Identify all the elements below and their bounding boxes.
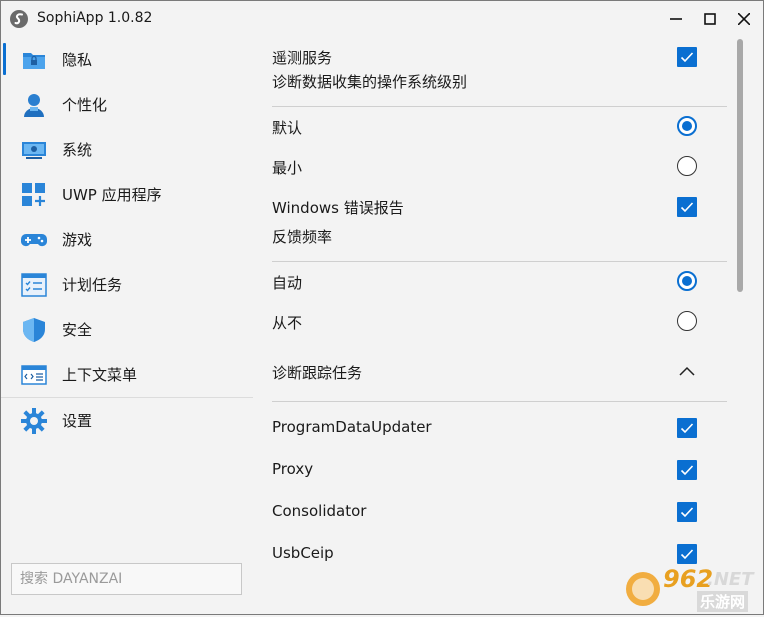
sidebar-item-scheduled-tasks[interactable]: 计划任务	[1, 262, 253, 306]
task-label: Proxy	[272, 460, 314, 478]
sidebar-item-security[interactable]: 安全	[1, 307, 253, 351]
sidebar-item-system[interactable]: 系统	[1, 127, 253, 171]
sidebar-item-uwp-apps[interactable]: UWP 应用程序	[1, 172, 253, 216]
maximize-icon	[704, 13, 716, 25]
sidebar-item-label: 游戏	[62, 231, 93, 249]
telemetry-label: 遥测服务	[272, 49, 333, 67]
app-logo-icon	[10, 10, 28, 28]
gear-icon	[21, 408, 47, 434]
minimize-icon	[670, 18, 682, 20]
check-icon	[680, 202, 694, 213]
radio-label: 默认	[272, 119, 303, 137]
app-window: SophiApp 1.0.82 隐私 个性化 系统 UWP 应用程序 游戏 计划…	[0, 0, 764, 615]
window-title: SophiApp 1.0.82	[37, 10, 153, 26]
close-button[interactable]	[727, 1, 761, 37]
sidebar-item-label: 隐私	[62, 51, 93, 69]
task-row-proxy[interactable]: Proxy	[253, 450, 727, 490]
feedback-option-auto[interactable]: 自动	[253, 262, 727, 302]
task-label: UsbCeip	[272, 544, 334, 562]
sidebar-item-personalization[interactable]: 个性化	[1, 82, 253, 126]
feedback-option-never[interactable]: 从不	[253, 302, 727, 342]
radio-label: 从不	[272, 314, 303, 332]
watermark-suffix: .NET	[707, 569, 754, 590]
tracing-section-header[interactable]: 诊断跟踪任务	[253, 352, 727, 392]
check-icon	[680, 52, 694, 63]
task-label: ProgramDataUpdater	[272, 418, 432, 436]
search-input[interactable]	[12, 564, 241, 594]
personalization-user-icon	[24, 94, 44, 117]
diag-level-heading: 诊断数据收集的操作系统级别	[272, 73, 468, 91]
sidebar-item-label: 系统	[62, 141, 93, 159]
chevron-up-icon[interactable]	[677, 362, 697, 382]
telemetry-checkbox[interactable]	[677, 47, 697, 67]
task-label: Consolidator	[272, 502, 367, 520]
sidebar-item-label: 设置	[62, 412, 93, 430]
watermark-sub: 乐游网	[697, 591, 749, 612]
task-row-programdataupdater[interactable]: ProgramDataUpdater	[253, 408, 727, 448]
error-report-label: Windows 错误报告	[272, 199, 404, 217]
radio-label: 自动	[272, 274, 303, 292]
feedback-heading: 反馈频率	[272, 228, 333, 246]
sidebar-item-label: UWP 应用程序	[62, 186, 162, 204]
check-icon	[680, 423, 694, 434]
gamepad-icon	[21, 234, 47, 247]
uwp-apps-icon	[22, 183, 45, 206]
sidebar-item-settings[interactable]: 设置	[1, 398, 253, 442]
search-box[interactable]	[11, 563, 242, 595]
sidebar-item-label: 计划任务	[62, 276, 123, 294]
diag-option-default[interactable]: 默认	[253, 107, 727, 147]
close-icon	[738, 13, 750, 25]
sidebar-item-context-menu[interactable]: 上下文菜单	[1, 352, 253, 396]
sidebar: 隐私 个性化 系统 UWP 应用程序 游戏 计划任务 安全 上下文菜单 设置 搜…	[1, 37, 253, 614]
divider	[272, 401, 727, 402]
radio-auto[interactable]	[677, 271, 697, 291]
tracing-section-label: 诊断跟踪任务	[272, 364, 363, 382]
sidebar-item-gaming[interactable]: 游戏	[1, 217, 253, 261]
maximize-button[interactable]	[693, 1, 727, 37]
sidebar-item-label: 个性化	[62, 96, 108, 114]
radio-label: 最小	[272, 159, 303, 177]
radio-minimum[interactable]	[677, 156, 697, 176]
radio-never[interactable]	[677, 311, 697, 331]
shield-icon	[23, 318, 45, 342]
scrollbar-thumb[interactable]	[737, 39, 743, 292]
task-row-consolidator[interactable]: Consolidator	[253, 492, 727, 532]
error-report-checkbox[interactable]	[677, 197, 697, 217]
title-bar: SophiApp 1.0.82	[1, 1, 763, 37]
task-checkbox[interactable]	[677, 418, 697, 438]
diag-option-minimum[interactable]: 最小	[253, 147, 727, 187]
sidebar-item-label: 上下文菜单	[62, 366, 138, 384]
check-icon	[680, 465, 694, 476]
check-icon	[680, 507, 694, 518]
task-checkbox[interactable]	[677, 460, 697, 480]
privacy-folder-icon	[23, 53, 45, 69]
settings-panel: 遥测服务 诊断数据收集的操作系统级别 默认 最小 Windows 错误报告 反馈…	[253, 37, 763, 614]
context-menu-icon	[21, 365, 47, 385]
sidebar-item-label: 安全	[62, 321, 93, 339]
system-monitor-icon	[22, 142, 46, 159]
watermark-logo: 962 .NET 乐游网	[621, 561, 761, 613]
minimize-button[interactable]	[659, 1, 693, 37]
scheduled-tasks-icon	[21, 273, 47, 297]
watermark-number: 962	[663, 565, 714, 593]
error-report-row[interactable]: Windows 错误报告	[253, 187, 727, 227]
task-checkbox[interactable]	[677, 502, 697, 522]
sidebar-item-privacy[interactable]: 隐私	[1, 37, 253, 81]
radio-default[interactable]	[677, 116, 697, 136]
check-icon	[680, 549, 694, 560]
